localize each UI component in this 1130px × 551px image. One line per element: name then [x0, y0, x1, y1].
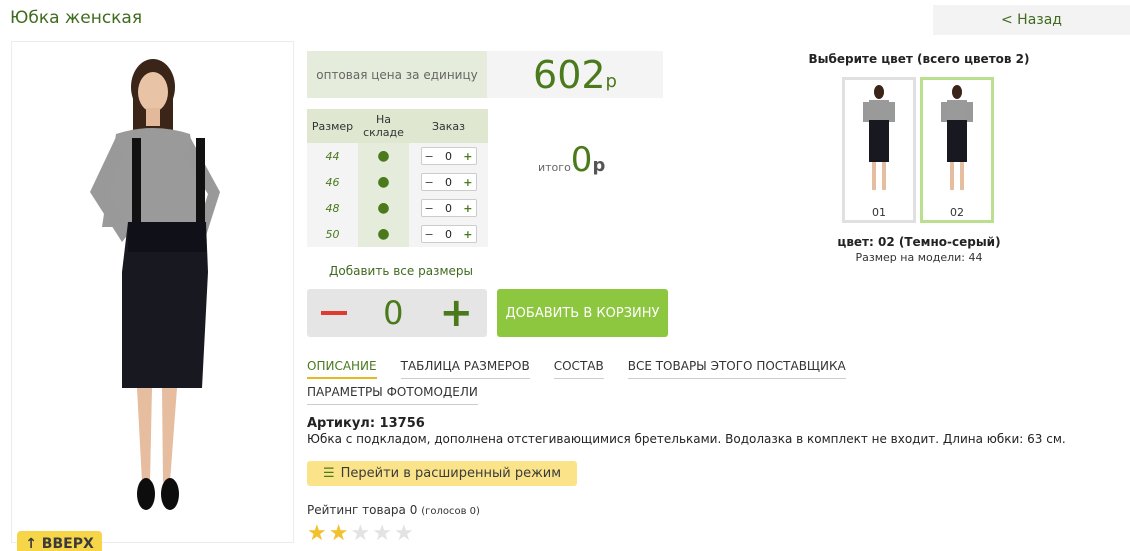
col-order: Заказ — [409, 109, 488, 143]
price-label: оптовая цена за единицу — [307, 51, 487, 98]
swatch-thumbnail — [863, 85, 895, 190]
quantity-stepper[interactable]: −0 + — [420, 199, 477, 217]
stock-dot-icon: ● — [358, 169, 409, 195]
minus-icon[interactable]: − — [425, 150, 434, 163]
qty-value[interactable]: 0 — [445, 228, 452, 241]
order-total: итого 0 р — [538, 140, 605, 180]
color-swatch-02[interactable]: 02 — [920, 77, 994, 223]
sizes-table: Размер На складе Заказ 44 ● −0 + 46 ● −0 +… — [307, 109, 488, 247]
minus-icon[interactable]: − — [425, 228, 434, 241]
product-photo[interactable] — [11, 41, 294, 543]
table-row: 46 ● −0 + — [307, 169, 488, 195]
star-icon[interactable]: ★ — [372, 521, 392, 546]
table-row: 50 ● −0 + — [307, 221, 488, 247]
size-cell: 50 — [307, 221, 358, 247]
total-label: итого — [538, 161, 571, 174]
stock-dot-icon: ● — [358, 143, 409, 169]
list-icon: ☰ — [322, 466, 335, 481]
back-link[interactable]: < Назад — [933, 5, 1130, 35]
plus-icon[interactable]: + — [463, 150, 472, 163]
page-title: Юбка женская — [10, 8, 143, 28]
price-amount: 602 — [533, 52, 606, 97]
star-icon[interactable]: ★ — [307, 521, 327, 546]
plus-icon[interactable]: + — [439, 293, 473, 333]
total-amount: 0 — [570, 140, 593, 180]
model-photo-illustration — [90, 59, 220, 510]
add-to-cart-button[interactable]: ДОБАВИТЬ В КОРЗИНУ — [497, 289, 668, 337]
table-row: 48 ● −0 + — [307, 195, 488, 221]
quantity-stepper[interactable]: −0 + — [420, 225, 477, 243]
add-all-sizes-link[interactable]: Добавить все размеры — [329, 264, 473, 278]
star-icon[interactable]: ★ — [329, 521, 349, 546]
swatch-thumbnail — [941, 85, 973, 190]
size-cell: 44 — [307, 143, 358, 169]
total-currency: р — [592, 155, 606, 176]
table-row: 44 ● −0 + — [307, 143, 488, 169]
scroll-up-button[interactable]: ↑ ВВЕРХ — [17, 531, 102, 551]
plus-icon[interactable]: + — [463, 176, 472, 189]
price-currency: р — [605, 71, 617, 92]
plus-icon[interactable]: + — [463, 202, 472, 215]
qty-value[interactable]: 0 — [445, 176, 452, 189]
color-heading: Выберите цвет (всего цветов 2) — [808, 52, 1030, 66]
advanced-mode-button[interactable]: ☰ Перейти в расширенный режим — [307, 461, 577, 486]
model-size: Размер на модели: 44 — [855, 251, 983, 264]
main-qty-value[interactable]: 0 — [383, 294, 403, 332]
color-swatch-01[interactable]: 01 — [842, 77, 916, 223]
selected-color-name: цвет: 02 (Темно-серый) — [837, 235, 1001, 249]
quantity-stepper[interactable]: −0 + — [420, 147, 477, 165]
minus-icon[interactable]: − — [425, 176, 434, 189]
star-icon[interactable]: ★ — [350, 521, 370, 546]
qty-value[interactable]: 0 — [445, 202, 452, 215]
col-stock: На складе — [358, 109, 409, 143]
article-number: Артикул: 13756 — [307, 416, 425, 431]
rating-votes: (голосов 0) — [421, 506, 480, 517]
main-quantity-stepper: 0 + — [307, 289, 487, 337]
size-cell: 46 — [307, 169, 358, 195]
qty-value[interactable]: 0 — [445, 150, 452, 163]
swatch-caption: 02 — [950, 206, 964, 219]
minus-icon[interactable] — [321, 311, 347, 315]
stock-dot-icon: ● — [358, 195, 409, 221]
product-description: Юбка с подкладом, дополнена отстегивающи… — [307, 432, 1066, 446]
star-icon[interactable]: ★ — [394, 521, 414, 546]
tab-composition[interactable]: СОСТАВ — [553, 359, 604, 379]
tab-description[interactable]: ОПИСАНИЕ — [307, 359, 377, 379]
advanced-mode-label: Перейти в расширенный режим — [340, 466, 562, 481]
tab-supplier-products[interactable]: ВСЕ ТОВАРЫ ЭТОГО ПОСТАВЩИКА — [627, 359, 846, 379]
plus-icon[interactable]: + — [463, 228, 472, 241]
rating-stars: ★ ★ ★ ★ ★ — [307, 521, 414, 546]
tab-size-table[interactable]: ТАБЛИЦА РАЗМЕРОВ — [400, 359, 530, 379]
rating-text: Рейтинг товара 0 (голосов 0) — [307, 503, 480, 517]
minus-icon[interactable]: − — [425, 202, 434, 215]
col-size: Размер — [307, 109, 358, 143]
price-value: 602 р — [487, 51, 663, 98]
tab-model-params[interactable]: ПАРАМЕТРЫ ФОТОМОДЕЛИ — [307, 385, 478, 405]
size-cell: 48 — [307, 195, 358, 221]
quantity-stepper[interactable]: −0 + — [420, 173, 477, 191]
rating-label: Рейтинг товара 0 — [307, 503, 418, 517]
swatch-caption: 01 — [872, 206, 886, 219]
product-tabs: ОПИСАНИЕ ТАБЛИЦА РАЗМЕРОВ СОСТАВ ВСЕ ТОВ… — [307, 359, 867, 405]
stock-dot-icon: ● — [358, 221, 409, 247]
